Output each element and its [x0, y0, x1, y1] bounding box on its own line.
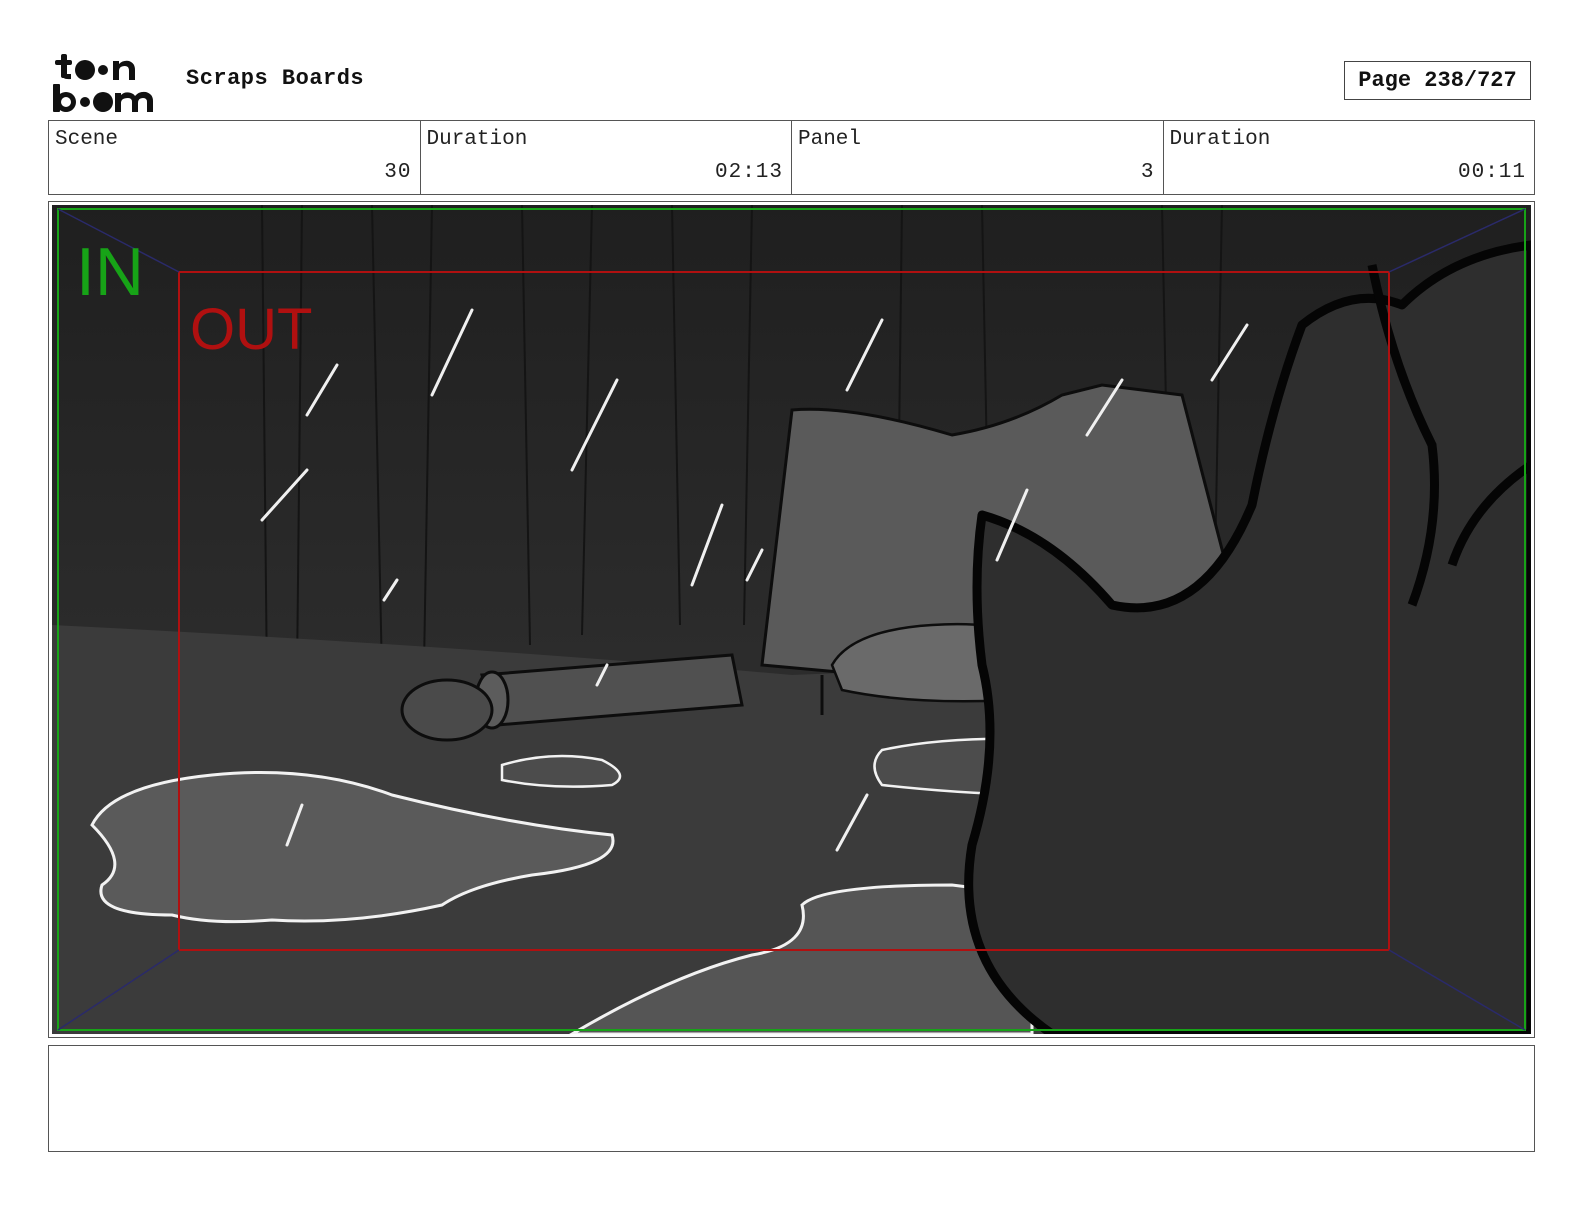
project-title: Scraps Boards [186, 66, 365, 91]
puddle-small [500, 754, 622, 788]
scene-value: 30 [384, 161, 412, 184]
toonboom-logo [53, 54, 153, 112]
page-indicator: Page 238/727 [1344, 61, 1531, 100]
scene-duration-label: Duration [426, 128, 528, 151]
scene-duration-value: 02:13 [714, 161, 783, 184]
panel-duration-cell: Duration 00:11 [1164, 121, 1535, 194]
storyboard-panel-image: IN OUT [52, 205, 1531, 1034]
panel-notes-box [48, 1045, 1535, 1152]
scene-cell: Scene 30 [49, 121, 421, 194]
out-label: OUT [190, 297, 312, 362]
scene-label: Scene [55, 128, 119, 151]
panel-label: Panel [798, 128, 862, 151]
scene-info-table: Scene 30 Duration 02:13 Panel 3 Duration… [48, 120, 1535, 195]
panel-duration-value: 00:11 [1457, 161, 1526, 184]
panel-value: 3 [1140, 161, 1155, 184]
panel-duration-label: Duration [1169, 128, 1271, 151]
panel-cell: Panel 3 [792, 121, 1164, 194]
in-label: IN [76, 234, 144, 310]
scene-duration-cell: Duration 02:13 [421, 121, 792, 194]
